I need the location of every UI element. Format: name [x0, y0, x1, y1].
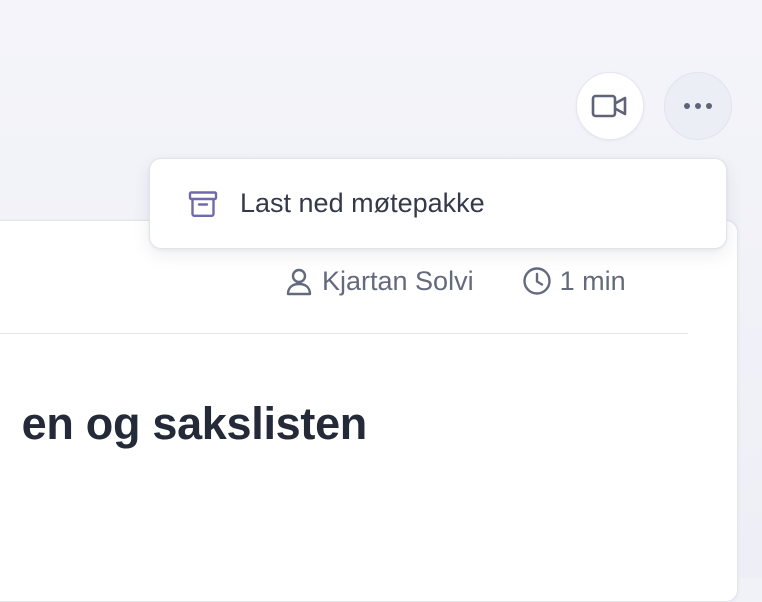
- ellipsis-icon: [683, 102, 713, 110]
- menu-item-download-meeting-package[interactable]: Last ned møtepakke: [150, 159, 726, 248]
- video-call-button[interactable]: [576, 72, 644, 140]
- card-meta: Kjartan Solvi 1 min: [284, 262, 626, 300]
- clock-icon: [522, 266, 552, 296]
- read-time: 1 min: [559, 265, 626, 296]
- card-divider: [0, 333, 688, 334]
- read-time-meta: 1 min: [522, 266, 626, 297]
- user-icon: [284, 266, 314, 296]
- menu-item-label: Last ned møtepakke: [240, 188, 485, 218]
- author-name: Kjartan Solvi: [322, 265, 474, 296]
- archive-box-icon: [188, 190, 218, 218]
- more-options-button[interactable]: [664, 72, 732, 140]
- author-meta: Kjartan Solvi: [284, 266, 474, 297]
- more-options-menu: Last ned møtepakke: [149, 158, 727, 249]
- video-camera-icon: [591, 93, 629, 119]
- card-title: en og sakslisten: [21, 398, 368, 449]
